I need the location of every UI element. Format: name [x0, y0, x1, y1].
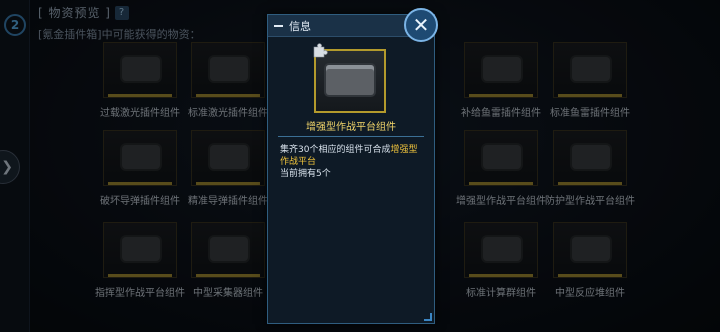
- modal-title: 信息: [289, 19, 311, 33]
- corner-decoration: [424, 313, 432, 321]
- divider: [278, 136, 424, 137]
- item-name: 增强型作战平台组件: [306, 122, 396, 133]
- item-preview: [313, 43, 386, 113]
- minus-icon[interactable]: [274, 24, 283, 27]
- desc-text: 集齐30个相应的组件可合成: [280, 145, 391, 155]
- platform-component-image: [326, 65, 374, 95]
- owned-count: 当前拥有5个: [280, 169, 331, 179]
- info-modal: 信息 增强型作战平台组件 集齐30个相应的组件可合成增强型作战平台 当前拥有5个: [267, 14, 435, 324]
- puzzle-icon: [310, 43, 328, 61]
- close-icon[interactable]: ✕: [404, 8, 438, 42]
- item-description: 集齐30个相应的组件可合成增强型作战平台 当前拥有5个: [280, 144, 422, 180]
